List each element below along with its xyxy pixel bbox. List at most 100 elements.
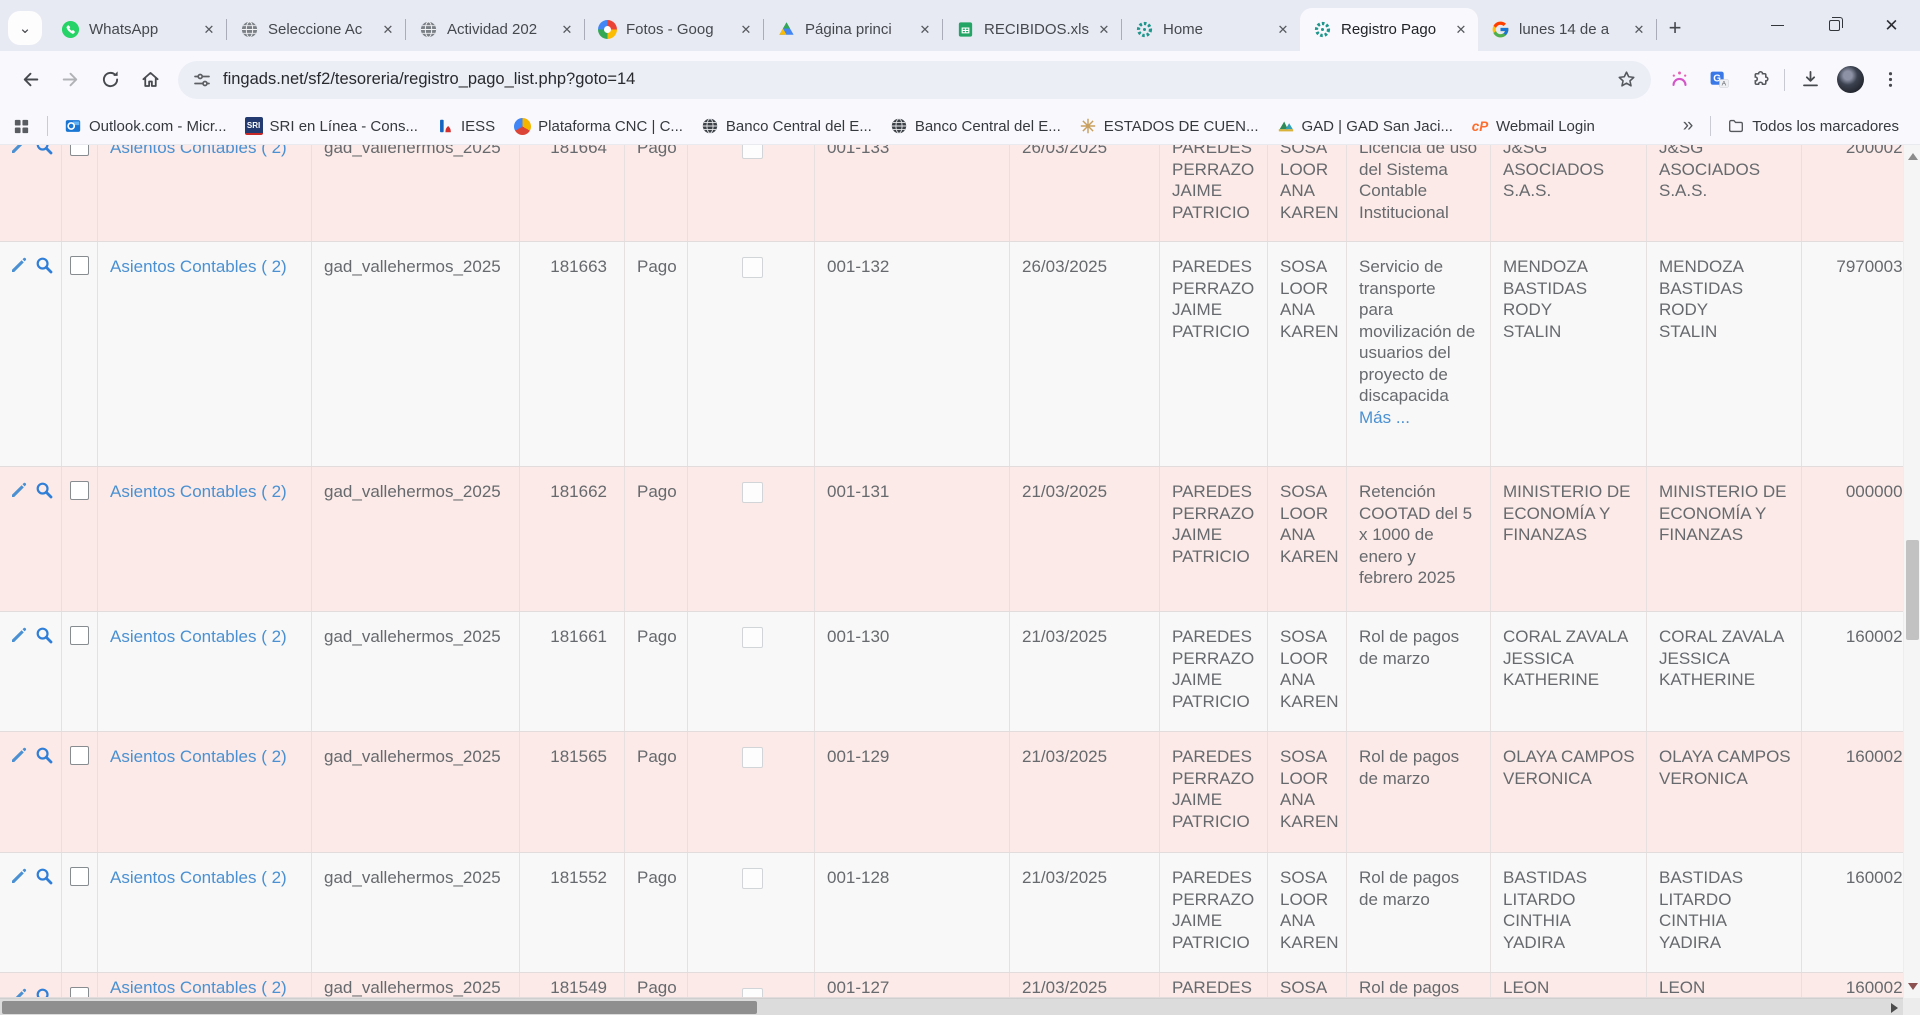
- tab-registro-pago[interactable]: Registro Pago✕: [1300, 8, 1478, 51]
- row-flag-checkbox[interactable]: [742, 145, 763, 159]
- link-text[interactable]: Asientos Contables ( 2): [110, 627, 287, 646]
- link-text[interactable]: Asientos Contables ( 2): [110, 868, 287, 887]
- scroll-down-arrow-icon[interactable]: [1908, 983, 1918, 990]
- scroll-up-arrow-icon[interactable]: [1908, 153, 1918, 160]
- row-select-checkbox[interactable]: [70, 626, 89, 645]
- bookmark-star-button[interactable]: [1609, 63, 1643, 97]
- tab-seleccione-ac[interactable]: Seleccione Ac✕: [227, 8, 405, 51]
- tab-actividad-202[interactable]: Actividad 202✕: [406, 8, 584, 51]
- tab-lunes-14-de-a[interactable]: lunes 14 de a✕: [1478, 8, 1656, 51]
- view-magnifier-icon[interactable]: [34, 145, 54, 162]
- link-text[interactable]: Asientos Contables ( 2): [110, 257, 287, 276]
- apps-shortcut-button[interactable]: [12, 117, 31, 136]
- row-select-checkbox[interactable]: [70, 987, 89, 997]
- bookmark-plataforma-cnc-c[interactable]: Plataforma CNC | C...: [513, 117, 683, 135]
- tab-close-icon[interactable]: ✕: [200, 21, 218, 39]
- maximize-button[interactable]: [1806, 0, 1863, 51]
- edit-pencil-icon[interactable]: [9, 480, 29, 506]
- tab-close-icon[interactable]: ✕: [737, 21, 755, 39]
- tab-p-gina-princi[interactable]: Página princi✕: [764, 8, 942, 51]
- downloads-button[interactable]: [1790, 60, 1830, 100]
- bookmark-webmail-login[interactable]: cPWebmail Login: [1471, 117, 1595, 135]
- tab-recibidos-xls[interactable]: RECIBIDOS.xls✕: [943, 8, 1121, 51]
- row-flag-checkbox[interactable]: [742, 747, 763, 768]
- bookmark-outlook-com-micr[interactable]: Outlook.com - Micr...: [64, 117, 227, 135]
- back-button[interactable]: [10, 60, 50, 100]
- row-select-checkbox[interactable]: [70, 256, 89, 275]
- view-magnifier-icon[interactable]: [34, 480, 54, 506]
- vertical-scrollbar-thumb[interactable]: [1906, 540, 1919, 640]
- tab-close-icon[interactable]: ✕: [1452, 21, 1470, 39]
- row-flag-checkbox[interactable]: [742, 868, 763, 889]
- beneficiario2-text: LEON CARREÑO: [1659, 978, 1744, 997]
- reload-button[interactable]: [90, 60, 130, 100]
- bookmark-iess[interactable]: IESS: [436, 117, 495, 135]
- close-window-button[interactable]: ✕: [1863, 0, 1920, 51]
- link-text[interactable]: Asientos Contables ( 2): [110, 145, 287, 157]
- scroll-right-arrow-icon[interactable]: [1891, 1003, 1898, 1013]
- address-bar[interactable]: fingads.net/sf2/tesoreria/registro_pago_…: [178, 61, 1651, 99]
- view-magnifier-icon[interactable]: [34, 255, 54, 281]
- browser-menu-button[interactable]: [1870, 60, 1910, 100]
- all-bookmarks-button[interactable]: Todos los marcadores: [1727, 117, 1899, 135]
- tab-search-button[interactable]: ⌄: [8, 11, 42, 45]
- id-text: 181662: [550, 482, 607, 501]
- row-select-checkbox[interactable]: [70, 481, 89, 500]
- edit-pencil-icon[interactable]: [9, 625, 29, 651]
- tab-close-icon[interactable]: ✕: [1095, 21, 1113, 39]
- new-tab-button[interactable]: +: [1657, 15, 1693, 41]
- cell-link: Asientos Contables ( 2): [98, 853, 312, 972]
- mas-link[interactable]: Más ...: [1359, 407, 1480, 429]
- edit-pencil-icon[interactable]: [9, 255, 29, 281]
- translate-button[interactable]: GA: [1699, 60, 1739, 100]
- tab-whatsapp[interactable]: WhatsApp✕: [48, 8, 226, 51]
- tab-close-icon[interactable]: ✕: [558, 21, 576, 39]
- tab-close-icon[interactable]: ✕: [1274, 21, 1292, 39]
- row-flag-checkbox[interactable]: [742, 482, 763, 503]
- bookmark-sri-en-l-nea-cons[interactable]: SRISRI en Línea - Cons...: [245, 117, 418, 135]
- horizontal-scrollbar[interactable]: [0, 998, 1903, 1015]
- home-button[interactable]: [130, 60, 170, 100]
- site-info-icon[interactable]: [192, 70, 212, 90]
- horizontal-scrollbar-thumb[interactable]: [2, 1001, 757, 1014]
- url-text[interactable]: fingads.net/sf2/tesoreria/registro_pago_…: [223, 70, 1609, 89]
- row-select-checkbox[interactable]: [70, 746, 89, 765]
- browser-labs-button[interactable]: [1659, 60, 1699, 100]
- view-magnifier-icon[interactable]: [34, 866, 54, 892]
- link-text[interactable]: Asientos Contables ( 2): [110, 747, 287, 766]
- bookmark-estados-de-cuen[interactable]: ESTADOS DE CUEN...: [1079, 117, 1259, 135]
- row-select-checkbox[interactable]: [70, 867, 89, 886]
- tesorera-text: SOSA LOOR ANA KAREN: [1280, 978, 1339, 997]
- edit-pencil-icon[interactable]: [9, 145, 29, 162]
- tab-fotos-goog[interactable]: Fotos - Goog✕: [585, 8, 763, 51]
- tab-home[interactable]: Home✕: [1122, 8, 1300, 51]
- edit-pencil-icon[interactable]: [9, 986, 29, 997]
- minimize-button[interactable]: [1749, 0, 1806, 51]
- link-text[interactable]: Asientos Contables ( 2): [110, 482, 287, 501]
- row-flag-checkbox[interactable]: [742, 627, 763, 648]
- cell-db: gad_vallehermos_2025: [312, 145, 520, 241]
- tipo-text: Pago: [637, 257, 677, 276]
- tab-close-icon[interactable]: ✕: [379, 21, 397, 39]
- view-magnifier-icon[interactable]: [34, 745, 54, 771]
- id-text: 181552: [550, 868, 607, 887]
- profile-button[interactable]: [1830, 60, 1870, 100]
- view-magnifier-icon[interactable]: [34, 625, 54, 651]
- link-text[interactable]: Asientos Contables ( 2): [110, 978, 287, 997]
- extensions-button[interactable]: [1739, 60, 1779, 100]
- forward-button[interactable]: [50, 60, 90, 100]
- cell-cb1: [62, 853, 98, 972]
- tab-close-icon[interactable]: ✕: [916, 21, 934, 39]
- bookmark-banco-central-del-e[interactable]: Banco Central del E...: [890, 117, 1061, 135]
- edit-pencil-icon[interactable]: [9, 745, 29, 771]
- view-magnifier-icon[interactable]: [34, 986, 54, 997]
- bookmark-banco-central-del-e[interactable]: Banco Central del E...: [701, 117, 872, 135]
- edit-pencil-icon[interactable]: [9, 866, 29, 892]
- bookmark-gad-gad-san-jaci[interactable]: GAD | GAD San Jaci...: [1277, 117, 1453, 135]
- row-flag-checkbox[interactable]: [742, 988, 763, 997]
- row-flag-checkbox[interactable]: [742, 257, 763, 278]
- vertical-scrollbar[interactable]: [1903, 145, 1920, 998]
- bookmarks-overflow-button[interactable]: »: [1683, 115, 1694, 137]
- row-select-checkbox[interactable]: [70, 145, 89, 156]
- tab-close-icon[interactable]: ✕: [1630, 21, 1648, 39]
